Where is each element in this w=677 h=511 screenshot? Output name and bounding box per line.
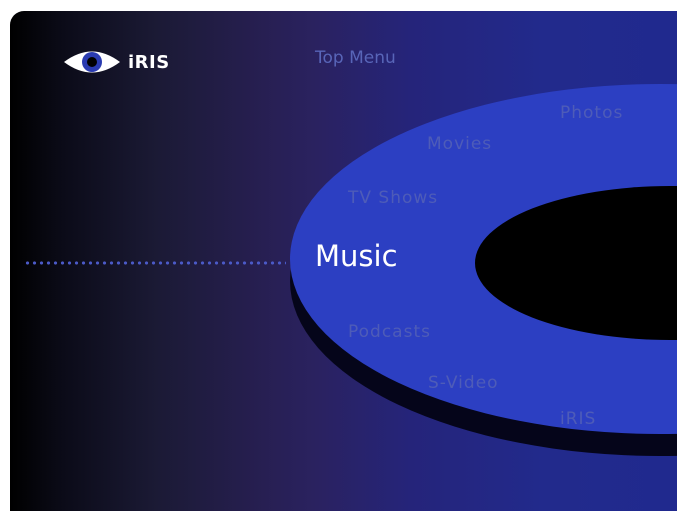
logo-text: iRIS xyxy=(128,51,170,73)
menu-item-tv-shows[interactable]: TV Shows xyxy=(348,188,438,208)
menu-item-movies[interactable]: Movies xyxy=(427,134,492,154)
selection-indicator-dots xyxy=(24,261,286,265)
iris-screen: iRIS Top Menu Photos Movies TV Shows Mus… xyxy=(10,11,677,511)
top-menu-link[interactable]: Top Menu xyxy=(315,48,396,68)
menu-item-music[interactable]: Music xyxy=(315,239,398,273)
menu-item-podcasts[interactable]: Podcasts xyxy=(348,322,431,342)
iris-logo: iRIS xyxy=(62,47,170,77)
menu-item-photos[interactable]: Photos xyxy=(560,103,623,123)
eye-icon xyxy=(64,51,120,73)
menu-item-s-video[interactable]: S-Video xyxy=(428,373,499,393)
menu-item-iris[interactable]: iRIS xyxy=(560,409,596,429)
